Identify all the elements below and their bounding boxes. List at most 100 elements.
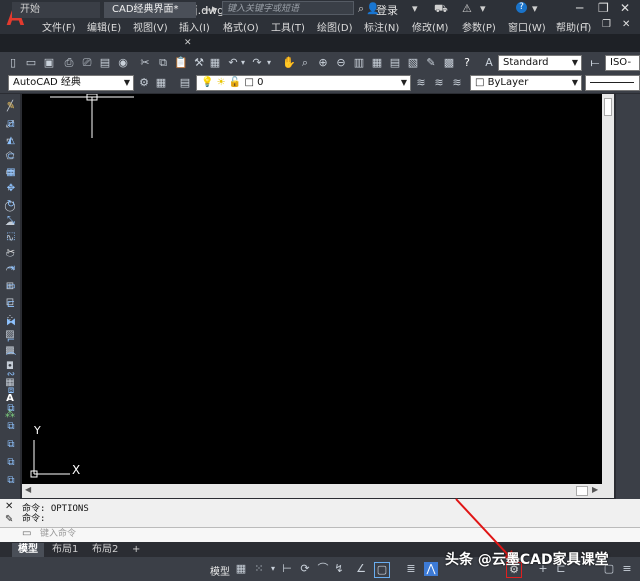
rotate-icon[interactable]: ↻ xyxy=(4,198,18,212)
zoom-previous-icon[interactable]: ⊖ xyxy=(334,56,348,70)
menu-view[interactable]: 视图(V) xyxy=(133,19,168,34)
vertical-scrollbar[interactable] xyxy=(602,94,614,498)
block-editor-icon[interactable]: ▦ xyxy=(208,56,222,70)
horizontal-scroll-thumb[interactable] xyxy=(576,486,588,496)
draworder-above-icon[interactable]: ⧉ xyxy=(4,456,18,470)
menu-window[interactable]: 窗口(W) xyxy=(508,19,546,34)
menu-tools[interactable]: 工具(T) xyxy=(271,19,305,34)
dim-style-dropdown[interactable]: ISO- xyxy=(605,55,640,71)
menu-dimension[interactable]: 标注(N) xyxy=(364,19,399,34)
preview-icon[interactable]: ⎚ xyxy=(80,56,94,70)
blend-icon[interactable]: ∾ xyxy=(4,368,18,382)
trim-icon[interactable]: ✂ xyxy=(4,246,18,260)
tool-palettes-icon[interactable]: ▤ xyxy=(388,56,402,70)
layer-states-icon[interactable]: ▤ xyxy=(178,76,192,90)
exchange-chevron-icon[interactable]: ▾ xyxy=(480,2,486,15)
sheet-set-icon[interactable]: ▧ xyxy=(406,56,420,70)
dim-style-icon[interactable]: ⟝ xyxy=(588,56,602,70)
design-center-icon[interactable]: ▦ xyxy=(370,56,384,70)
new-tab-button[interactable]: + xyxy=(202,3,212,17)
array-icon[interactable]: ▦ xyxy=(4,166,18,180)
layer-previous-icon[interactable]: ≋ xyxy=(432,76,446,90)
draworder-icon[interactable]: ⧉ xyxy=(4,402,18,416)
snap-icon[interactable]: ⁙ xyxy=(252,562,266,576)
exchange-icon[interactable]: ⚠ xyxy=(462,2,472,15)
layer-properties-icon[interactable]: ▦ xyxy=(154,76,168,90)
minimize-icon[interactable]: ─ xyxy=(576,1,583,15)
layer-dropdown[interactable]: 💡 ☀ 🔓 □ 0 ▼ xyxy=(196,75,411,91)
cut-icon[interactable]: ✂ xyxy=(138,56,152,70)
scroll-right-icon[interactable]: ▶ xyxy=(592,485,598,494)
make-current-layer-icon[interactable]: ≋ xyxy=(414,76,428,90)
tab-close-icon[interactable]: ✕ xyxy=(184,38,192,48)
tab-layout2[interactable]: 布局2 xyxy=(86,543,124,557)
join-icon[interactable]: ⧓ xyxy=(4,316,18,330)
polar-icon[interactable]: ⟳ xyxy=(298,562,312,576)
menu-modify[interactable]: 修改(M) xyxy=(412,19,448,34)
zoom-realtime-icon[interactable]: ⌕ xyxy=(298,56,312,70)
menu-format[interactable]: 格式(O) xyxy=(223,19,259,34)
open-icon[interactable]: ▭ xyxy=(24,56,38,70)
object-snap-icon[interactable]: ▢ xyxy=(374,562,390,578)
save-toolbar-icon[interactable]: ▣ xyxy=(42,56,56,70)
object-snap-tracking-icon[interactable]: ↯ xyxy=(332,562,346,576)
break-icon[interactable]: ⊏ xyxy=(4,298,18,312)
linetype-dropdown[interactable] xyxy=(585,75,640,91)
restore-icon[interactable]: ❐ xyxy=(598,1,609,15)
workspace-settings-icon[interactable]: ⚙ xyxy=(137,76,151,90)
chamfer-icon[interactable]: ⌐ xyxy=(4,334,18,348)
copy-icon[interactable]: ⧉ xyxy=(156,56,170,70)
pan-icon[interactable]: ✋ xyxy=(282,56,296,70)
extend-icon[interactable]: ⇥ xyxy=(4,262,18,276)
tab-model[interactable]: 模型 xyxy=(12,543,44,557)
undo-chevron-icon[interactable]: ▾ xyxy=(236,56,250,70)
login-chevron-icon[interactable]: ▾ xyxy=(412,2,418,15)
command-prompt-icon[interactable]: ▭ xyxy=(22,528,31,539)
draworder-under-icon[interactable]: ⧉ xyxy=(4,474,18,488)
cart-icon[interactable]: ⛟ xyxy=(434,2,448,17)
match-properties-icon[interactable]: ⚒ xyxy=(192,56,206,70)
help-toolbar-icon[interactable]: ? xyxy=(460,56,474,70)
grid-icon[interactable]: ▦ xyxy=(234,562,248,576)
zoom-window-icon[interactable]: ⊕ xyxy=(316,56,330,70)
menu-draw[interactable]: 绘图(D) xyxy=(317,19,353,34)
menu-insert[interactable]: 插入(I) xyxy=(179,19,210,34)
doc-restore-icon[interactable]: ❐ xyxy=(602,19,611,30)
qnew-icon[interactable]: ▯ xyxy=(6,56,20,70)
model-space-button[interactable]: 模型 xyxy=(210,563,230,578)
dynamic-input-icon[interactable]: ≣ xyxy=(404,562,418,576)
workspace-dropdown[interactable]: AutoCAD 经典 ▼ xyxy=(8,75,134,91)
help-chevron-icon[interactable]: ▾ xyxy=(532,2,538,15)
paste-icon[interactable]: 📋 xyxy=(174,56,188,70)
search-input[interactable]: 键入关键字或短语 xyxy=(222,1,354,15)
doc-minimize-icon[interactable]: ─ xyxy=(582,19,588,30)
command-input[interactable]: 键入命令 xyxy=(40,528,620,541)
text-style-dropdown[interactable]: Standard ▼ xyxy=(498,55,582,71)
command-close-icon[interactable]: ✕ xyxy=(5,501,13,512)
drawing-canvas[interactable]: Y X xyxy=(22,93,602,484)
publish-icon[interactable]: ▤ xyxy=(98,56,112,70)
vertical-scroll-thumb[interactable] xyxy=(604,98,612,116)
plot-icon[interactable]: ⎙ xyxy=(62,56,76,70)
annotation-scale-icon[interactable]: ⋀ xyxy=(424,562,438,576)
infer-constraints-icon[interactable]: ⊢ xyxy=(280,562,294,576)
close-icon[interactable]: ✕ xyxy=(620,1,630,15)
break-at-point-icon[interactable]: ▭ xyxy=(4,280,18,294)
menu-edit[interactable]: 编辑(E) xyxy=(87,19,121,34)
properties-icon[interactable]: ▥ xyxy=(352,56,366,70)
copy-object-icon[interactable]: ⧉ xyxy=(4,118,18,132)
calculator-icon[interactable]: ▩ xyxy=(442,56,456,70)
mirror-icon[interactable]: ◭ xyxy=(4,134,18,148)
draworder-front-icon[interactable]: ⧉ xyxy=(4,420,18,434)
stretch-icon[interactable]: ⬚ xyxy=(4,230,18,244)
tab-current-file[interactable]: CAD经典界面* xyxy=(104,2,196,18)
text-style-icon[interactable]: A xyxy=(482,56,496,70)
snap-chevron-icon[interactable]: ▾ xyxy=(266,562,280,576)
command-settings-icon[interactable]: ✎ xyxy=(5,514,13,525)
move-icon[interactable]: ✥ xyxy=(4,182,18,196)
tab-layout1[interactable]: 布局1 xyxy=(46,543,84,557)
search-icon[interactable]: ⌕ xyxy=(358,2,364,16)
layer-match-icon[interactable]: ≋ xyxy=(450,76,464,90)
markup-icon[interactable]: ✎ xyxy=(424,56,438,70)
fillet-icon[interactable]: ⌒ xyxy=(4,352,18,366)
